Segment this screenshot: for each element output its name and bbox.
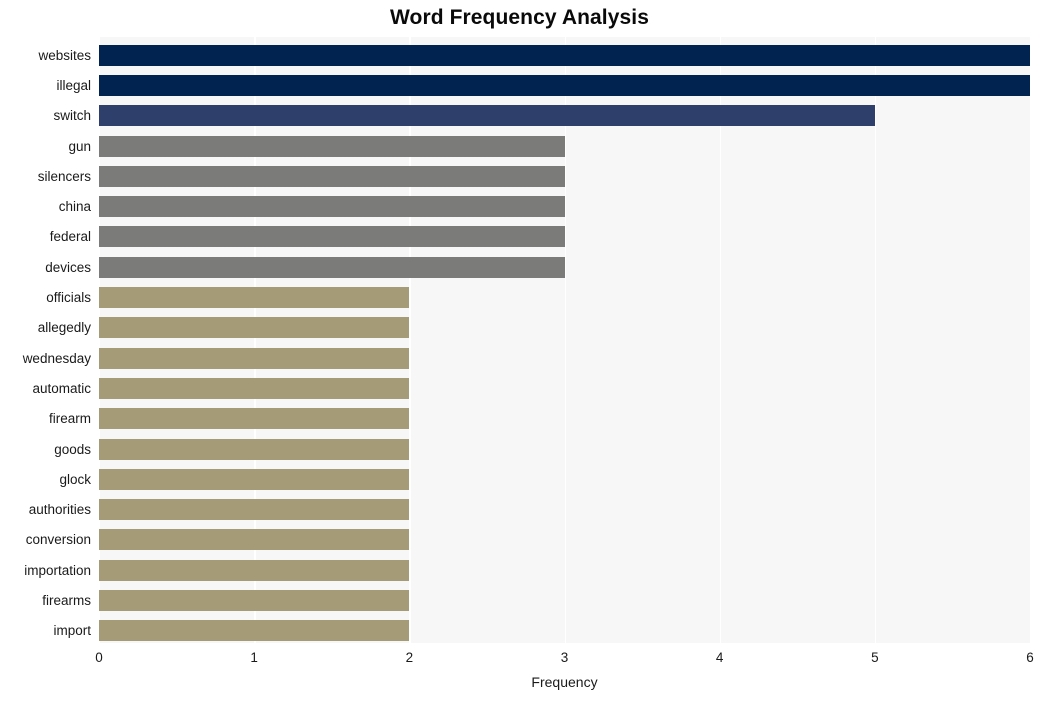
plot-area [99,37,1032,643]
bar [99,347,410,369]
y-tick-label: officials [46,290,91,306]
bar [99,559,410,581]
bar [99,226,565,248]
y-tick-label: firearms [42,593,91,609]
x-axis-title: Frequency [531,674,598,690]
x-tick-label: 3 [560,650,569,665]
bar [99,287,410,309]
y-tick-label: automatic [32,380,91,396]
y-axis-tick-labels: websites illegal switch gun silencers china fe… [0,37,91,643]
y-tick-label: gun [68,138,91,154]
x-tick-label: 5 [871,650,879,665]
bar [99,499,410,521]
bar [99,256,565,278]
bar [99,317,410,339]
bar [99,468,410,490]
y-tick-label: websites [38,47,91,63]
word-frequency-chart: Word Frequency Analysis websites illegal s… [0,0,1039,701]
chart-title: Word Frequency Analysis [389,6,650,29]
y-tick-label: federal [49,229,91,245]
bar [99,438,410,460]
x-tick-label: 6 [1026,650,1034,665]
y-tick-label: silencers [37,168,91,184]
x-tick-label: 4 [715,650,724,665]
bar [99,135,565,157]
y-tick-label: devices [45,259,91,275]
y-tick-label: goods [54,441,91,457]
y-tick-label: firearm [48,411,91,427]
x-tick-label: 2 [405,650,414,665]
y-tick-label: wednesday [22,350,91,366]
y-tick-label: illegal [56,77,91,93]
bar [99,620,410,642]
bar [99,408,410,430]
y-tick-label: switch [53,108,91,124]
bar [99,590,410,612]
x-axis-tick-labels: 0 1 2 3 4 5 6 [95,650,1034,670]
gridline [1030,37,1032,643]
y-tick-label: import [53,623,91,639]
bar [99,74,1030,96]
y-tick-label: allegedly [37,320,91,336]
bar [99,529,410,551]
bar [99,196,565,218]
bar [99,377,410,399]
bars-container [99,37,1030,643]
y-tick-label: glock [59,471,91,487]
y-tick-label: authorities [28,502,91,518]
y-tick-label: importation [24,562,91,578]
y-tick-label: conversion [25,532,91,548]
x-tick-label: 1 [250,650,258,665]
bar [99,44,1030,66]
bar [99,165,565,187]
bar [99,105,875,127]
y-tick-label: china [58,199,91,215]
x-tick-label: 0 [95,650,103,665]
